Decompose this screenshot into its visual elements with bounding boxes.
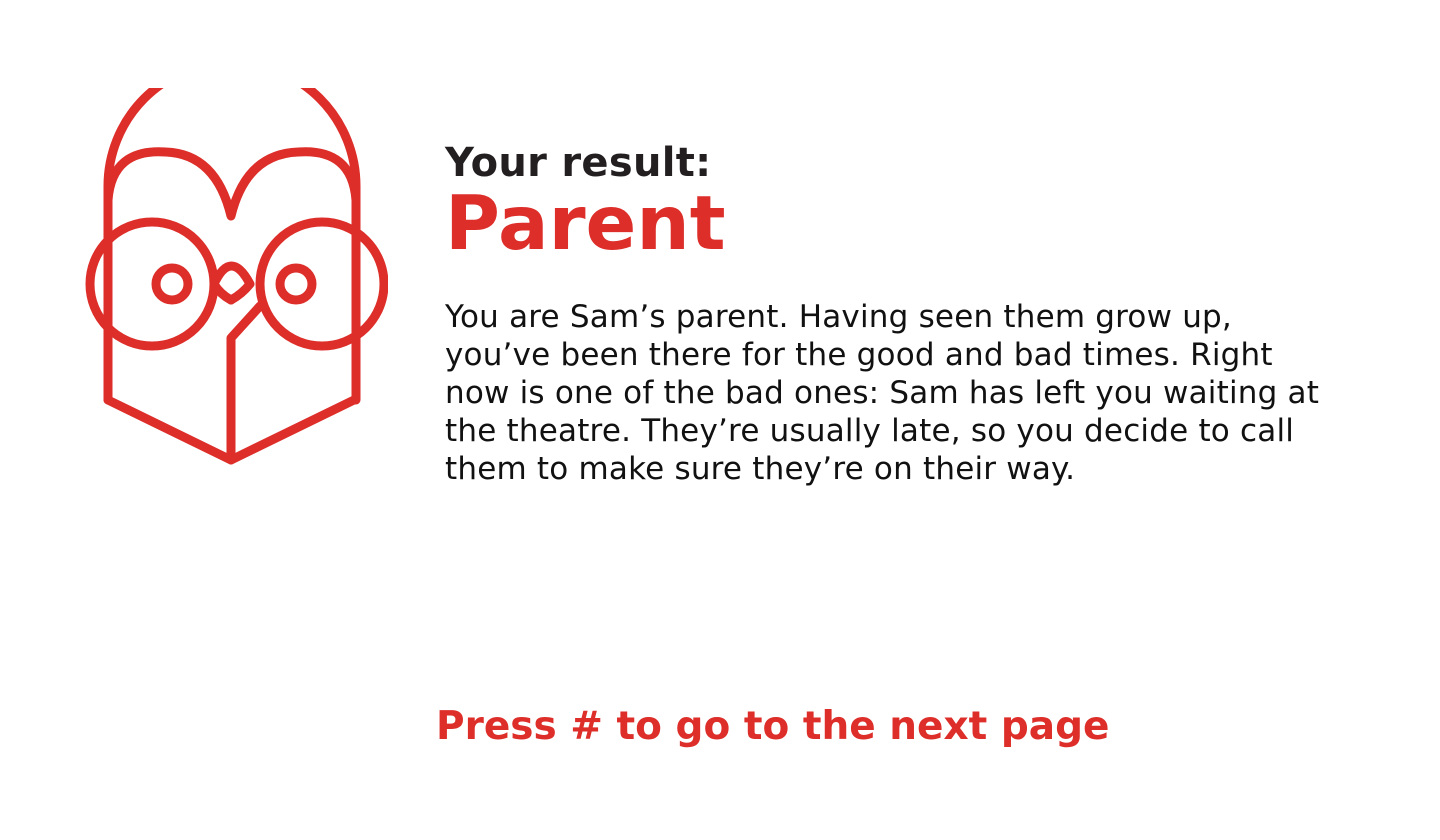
next-page-prompt: Press # to go to the next page [436, 704, 1110, 749]
result-heading-block: Your result: Parent [445, 140, 1345, 264]
result-name: Parent [445, 179, 726, 267]
description-line: You are Sam’s parent. Having seen them g… [445, 299, 1232, 335]
description-line: now is one of the bad ones: Sam has left… [445, 375, 1320, 411]
result-description: You are Sam’s parent. Having seen them g… [445, 298, 1345, 488]
description-line: them to make sure they’re on their way. [445, 451, 1076, 487]
description-line: you’ve been there for the good and bad t… [445, 337, 1273, 373]
owl-logo-icon [84, 88, 388, 466]
description-line: the theatre. They’re usually late, so yo… [445, 413, 1295, 449]
